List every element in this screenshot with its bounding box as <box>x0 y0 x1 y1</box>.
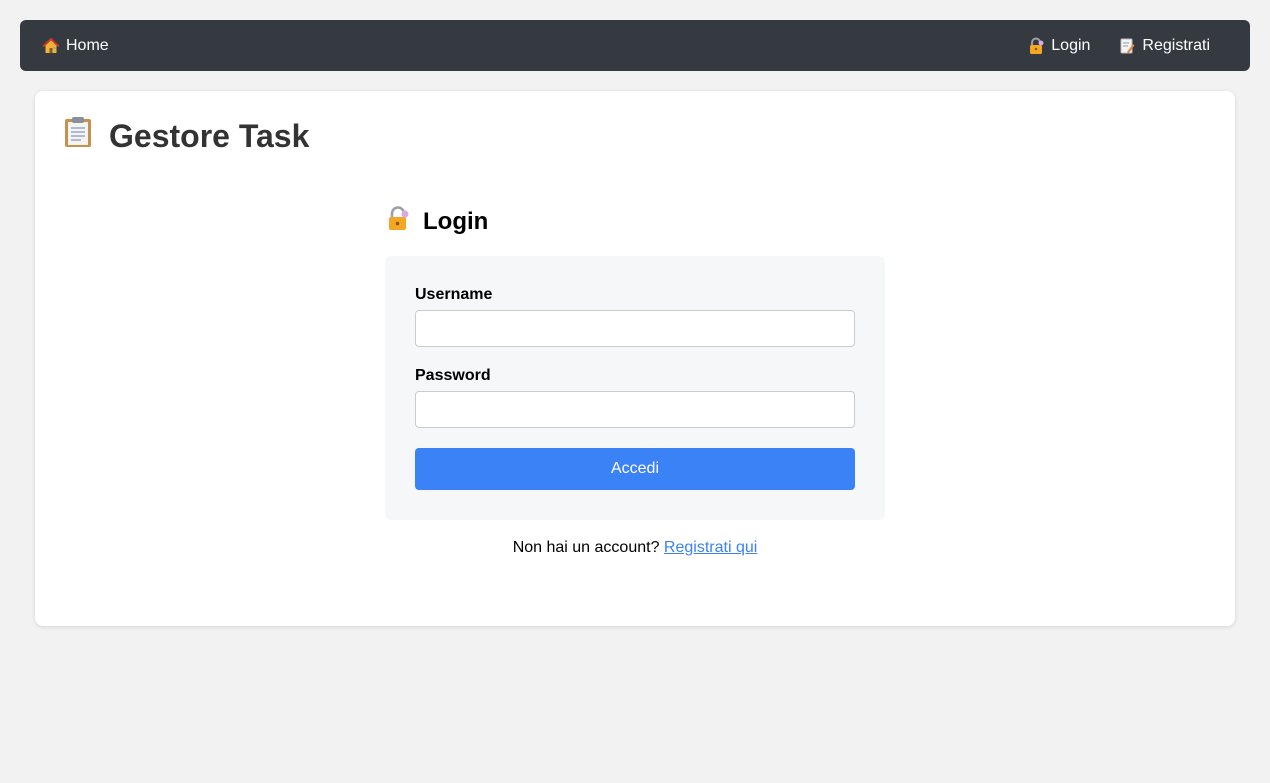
nav-home-link[interactable]: Home <box>42 37 109 55</box>
page-title-text: Gestore Task <box>109 117 310 154</box>
register-prompt: Non hai un account? Registrati qui <box>385 539 885 557</box>
nav-register-link[interactable]: Registrati <box>1118 37 1210 55</box>
clipboard-icon <box>61 115 95 157</box>
login-section: Login Username Password Accedi Non hai u… <box>385 205 885 557</box>
page-title: Gestore Task <box>61 115 309 157</box>
nav-login-label: Login <box>1051 36 1091 54</box>
nav-home-label: Home <box>66 36 109 54</box>
username-input[interactable] <box>415 310 855 347</box>
memo-icon <box>1118 37 1136 55</box>
house-icon <box>42 37 60 55</box>
username-label: Username <box>415 286 493 303</box>
username-field-group: Username <box>415 286 855 347</box>
register-prompt-text: Non hai un account? <box>512 539 660 556</box>
submit-button[interactable]: Accedi <box>415 448 855 490</box>
nav-login-link[interactable]: Login <box>1027 37 1090 55</box>
login-heading-text: Login <box>423 208 489 235</box>
register-link[interactable]: Registrati qui <box>664 539 757 556</box>
nav-register-label: Registrati <box>1142 36 1210 54</box>
main-card: Gestore Task Login Username Password Acc… <box>35 91 1235 626</box>
password-input[interactable] <box>415 391 855 428</box>
navbar-left: Home <box>42 37 109 55</box>
lock-icon <box>1027 37 1045 55</box>
navbar-right: Login Registrati <box>1027 37 1228 55</box>
password-field-group: Password <box>415 367 855 428</box>
lock-icon <box>385 205 411 239</box>
password-label: Password <box>415 367 491 384</box>
login-heading: Login <box>385 205 885 239</box>
login-form: Username Password Accedi <box>385 256 885 520</box>
top-navbar: Home Login Registrati <box>20 20 1250 71</box>
